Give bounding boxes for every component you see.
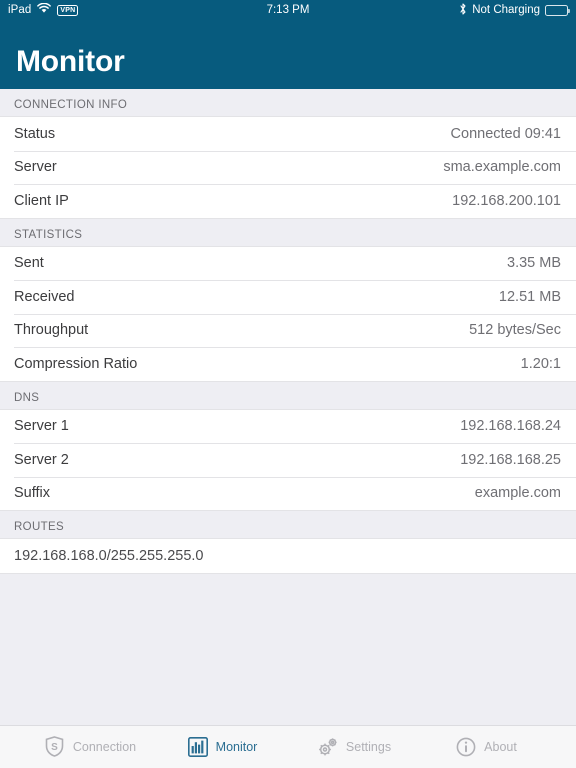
vpn-badge: VPN — [57, 4, 79, 16]
row-label: Server 1 — [14, 418, 69, 435]
battery-status-label: Not Charging — [472, 4, 540, 16]
row-value: Connected 09:41 — [450, 125, 561, 142]
tab-label: About — [484, 739, 517, 754]
navigation-bar: Monitor — [0, 20, 576, 89]
section-rows: Sent 3.35 MB Received 12.51 MB Throughput 512… — [0, 245, 576, 382]
row-label: Throughput — [14, 322, 89, 339]
tab-monitor[interactable]: Monitor — [156, 736, 288, 758]
battery-icon — [545, 4, 570, 16]
row-label: Client IP — [14, 192, 69, 209]
table-row[interactable]: Server sma.example.com — [0, 150, 576, 184]
section-rows: 192.168.168.0/255.255.255.0 — [0, 538, 576, 574]
tab-bar: S Connection Monitor Settings About — [0, 725, 576, 768]
bar-chart-icon — [187, 736, 209, 758]
section-header: DNS — [0, 381, 576, 409]
table-row[interactable]: Received 12.51 MB — [0, 280, 576, 314]
row-label: Status — [14, 125, 56, 142]
row-value: example.com — [474, 485, 561, 502]
shield-s-icon: S — [44, 736, 66, 758]
table-row[interactable]: Server 1 192.168.168.24 — [0, 409, 576, 443]
section-header: STATISTICS — [0, 218, 576, 246]
info-circle-icon — [455, 736, 477, 758]
row-value: 192.168.168.24 — [460, 418, 561, 435]
row-label: Server 2 — [14, 451, 69, 468]
status-bar-left: iPad VPN — [8, 2, 79, 17]
row-value: sma.example.com — [443, 159, 561, 176]
svg-text:S: S — [52, 742, 59, 753]
tab-label: Settings — [345, 739, 392, 754]
section-rows: Server 1 192.168.168.24 Server 2 192.168.16… — [0, 408, 576, 511]
section-rows: Status Connected 09:41 Server sma.example.c… — [0, 116, 576, 219]
table-row[interactable]: Compression Ratio 1.20:1 — [0, 347, 576, 381]
row-value: 192.168.168.25 — [460, 451, 561, 468]
table-row[interactable]: Suffix example.com — [0, 476, 576, 510]
section-header: ROUTES — [0, 511, 576, 538]
bluetooth-icon — [459, 2, 467, 18]
row-value: 3.35 MB — [507, 255, 561, 272]
tab-label: Connection — [72, 739, 137, 754]
row-label: Received — [14, 288, 75, 305]
row-value: 1.20:1 — [520, 355, 561, 372]
gears-icon — [317, 736, 339, 758]
status-bar: iPad VPN 7:13 PM Not Charging — [0, 0, 576, 20]
section-header: CONNECTION INFO — [0, 89, 576, 116]
row-label: Suffix — [14, 485, 51, 502]
table-row[interactable]: 192.168.168.0/255.255.255.0 — [0, 539, 576, 573]
row-label: Sent — [14, 255, 44, 272]
tab-settings[interactable]: Settings — [288, 736, 420, 758]
table-row[interactable]: Sent 3.35 MB — [0, 246, 576, 280]
row-label: Compression Ratio — [14, 355, 138, 372]
table-row[interactable]: Throughput 512 bytes/Sec — [0, 313, 576, 347]
table-row[interactable]: Status Connected 09:41 — [0, 117, 576, 151]
table-row[interactable]: Client IP 192.168.200.101 — [0, 184, 576, 218]
tab-about[interactable]: About — [420, 736, 552, 758]
device-name-label: iPad — [8, 4, 32, 16]
row-label: 192.168.168.0/255.255.255.0 — [14, 547, 204, 564]
wifi-icon — [37, 2, 52, 17]
page-title: Monitor — [16, 45, 125, 78]
monitor-table[interactable]: CONNECTION INFO Status Connected 09:41 Serv… — [0, 89, 576, 725]
tab-connection[interactable]: S Connection — [24, 736, 156, 758]
row-value: 12.51 MB — [498, 288, 561, 305]
table-row[interactable]: Server 2 192.168.168.25 — [0, 443, 576, 477]
row-label: Server — [14, 159, 57, 176]
app-screen: iPad VPN 7:13 PM Not Charging Monitor CO… — [0, 0, 576, 768]
row-value: 192.168.200.101 — [452, 192, 561, 209]
status-bar-right: Not Charging — [459, 2, 570, 18]
row-value: 512 bytes/Sec — [469, 322, 561, 339]
tab-label: Monitor — [215, 739, 258, 754]
